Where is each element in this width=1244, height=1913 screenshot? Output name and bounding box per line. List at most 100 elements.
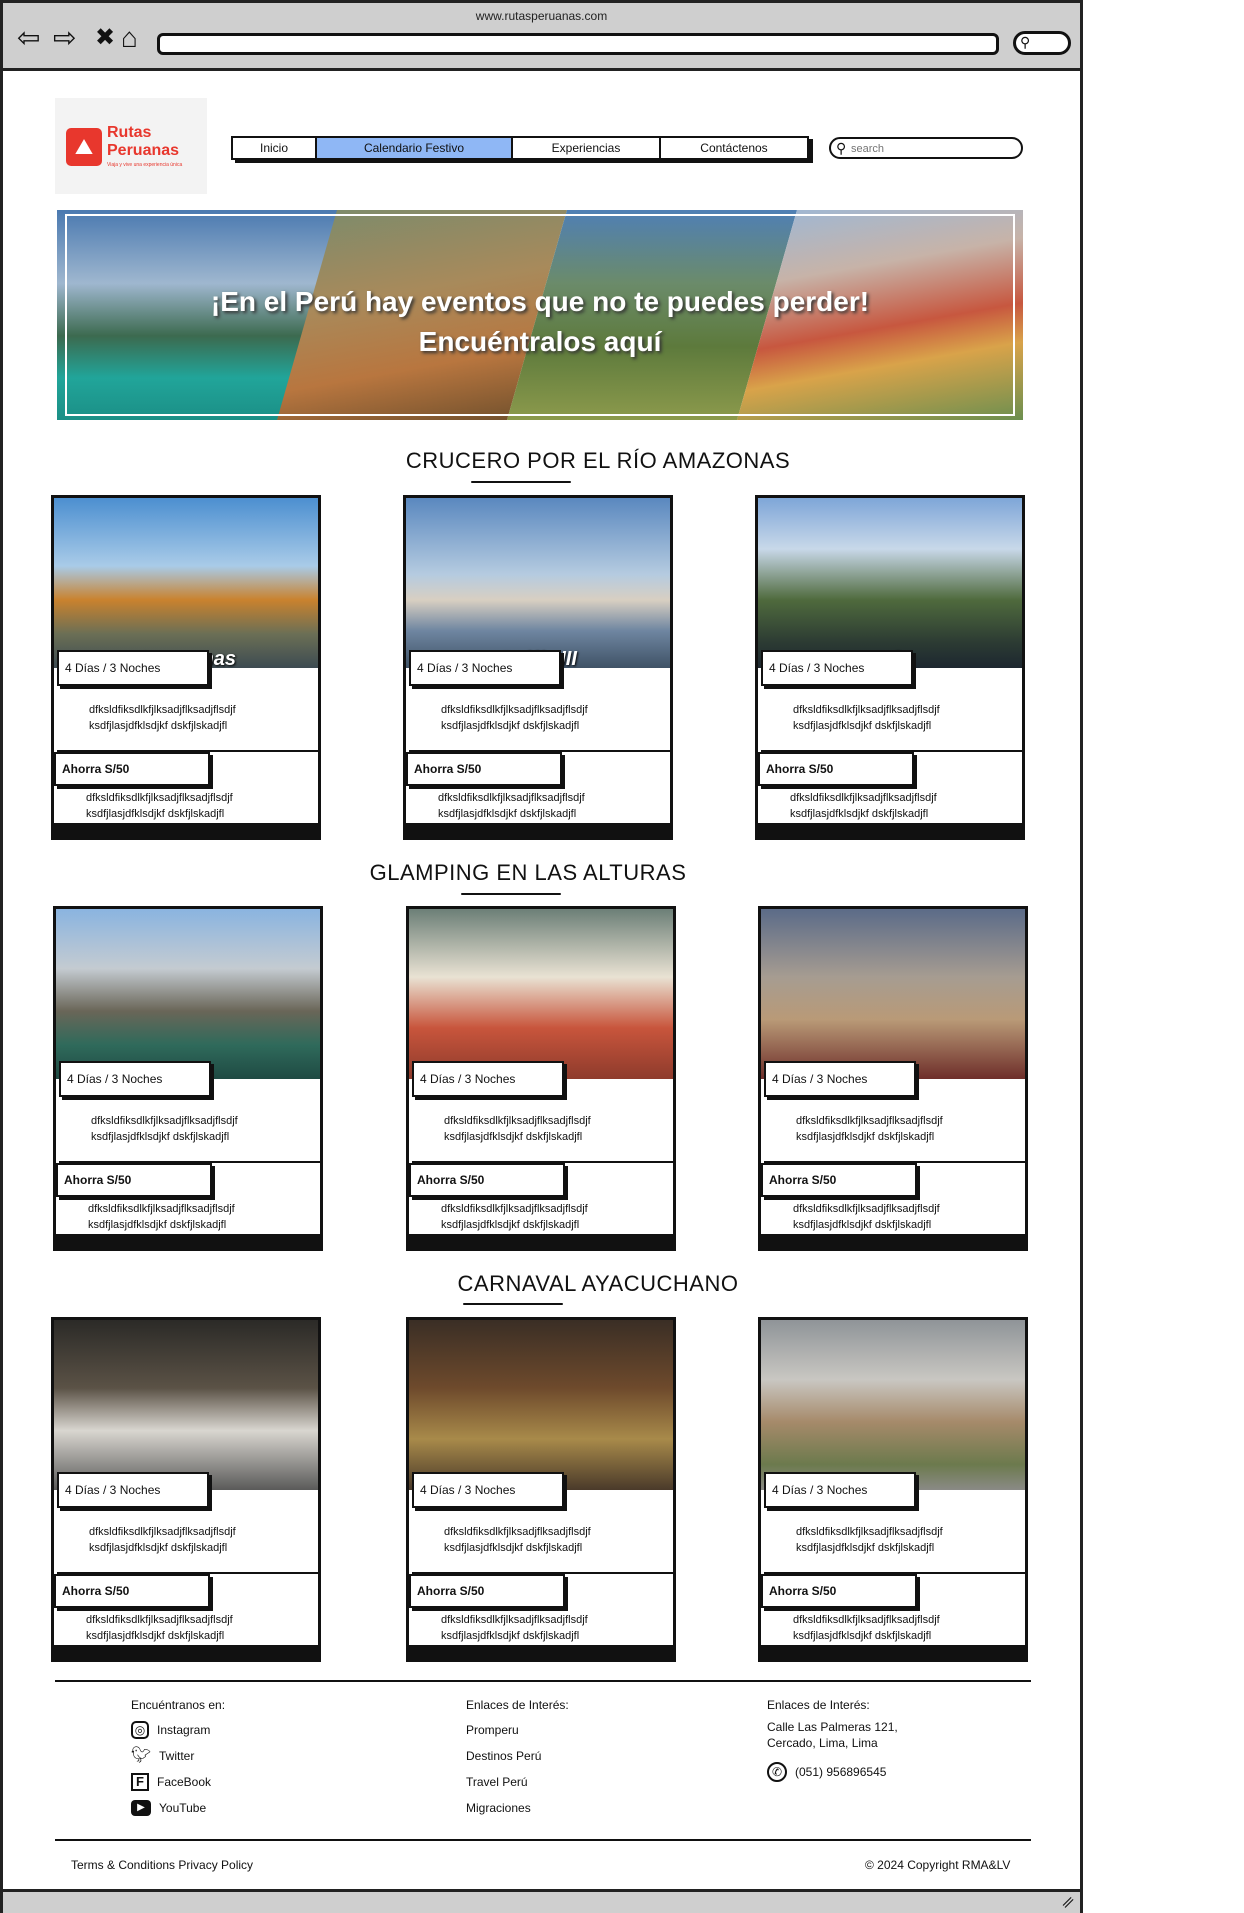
card-description: dfksldfiksdlkfjlksadjflksadjflsdjf ksdfjl… [412, 1099, 673, 1163]
whatsapp-icon: ✆ [767, 1762, 787, 1782]
card-description-line: ksdfjlasjdfklsdjkf dskfjlskadjfl [441, 720, 580, 732]
card-description-line: dfksldfiksdlkfjlksadjflksadjflsdjf [89, 1526, 236, 1538]
footer-link-travel-peru[interactable]: Travel Perú [466, 1771, 569, 1793]
offer-card[interactable]: 4 Días / 3 Noches dfksldfiksdlkfjlksadjfl… [758, 906, 1028, 1251]
card-details: dfksldfiksdlkfjlksadjflksadjflsdjf ksdfjl… [56, 788, 318, 828]
footer-phone[interactable]: ✆ (051) 956896545 [767, 1761, 898, 1783]
footer-link-promperu[interactable]: Promperu [466, 1719, 569, 1741]
card-details-line: ksdfjlasjdfklsdjkf dskfjlskadjfl [793, 1219, 932, 1231]
hero-headline-line2: Encuéntralos aquí [418, 326, 662, 357]
card-details: dfksldfiksdlkfjlksadjflksadjflsdjf ksdfjl… [763, 1199, 1025, 1239]
card-details-line: ksdfjlasjdfklsdjkf dskfjlskadjfl [86, 808, 225, 820]
nav-item-calendario-festivo[interactable]: Calendario Festivo [317, 138, 513, 158]
card-duration: 4 Días / 3 Noches [764, 1061, 916, 1097]
card-details-line: ksdfjlasjdfklsdjkf dskfjlskadjfl [790, 808, 929, 820]
footer-link-facebook[interactable]: F FaceBook [131, 1771, 225, 1793]
facebook-icon: F [131, 1773, 149, 1791]
card-duration: 4 Días / 3 Noches [409, 650, 561, 686]
card-details-line: dfksldfiksdlkfjlksadjflksadjflsdjf [441, 1614, 588, 1626]
footer-social-heading: Encuéntranos en: [131, 1698, 226, 1712]
offer-card[interactable]: 4 Días / 3 Noches dfksldfiksdlkfjlksadjfl… [758, 1317, 1028, 1662]
card-details-line: ksdfjlasjdfklsdjkf dskfjlskadjfl [793, 1630, 932, 1642]
card-description-line: ksdfjlasjdfklsdjkf dskfjlskadjfl [793, 720, 932, 732]
card-description: dfksldfiksdlkfjlksadjflksadjflsdjf ksdfjl… [764, 1099, 1025, 1163]
card-price: Ahorra S/50 [409, 1574, 565, 1608]
offer-card[interactable]: 4 Días / 3 Noches dfksldfiksdlkfjlksadjfl… [406, 906, 676, 1251]
card-footer-bar [56, 1234, 320, 1248]
youtube-icon: ▶ [131, 1800, 151, 1816]
forward-arrow-icon[interactable]: ⇨ [53, 23, 76, 53]
offer-card[interactable]: Aria4 Días / 3 Nochesdfksldfiksdlkfjlksa… [755, 495, 1025, 840]
card-footer-bar [409, 1234, 673, 1248]
legal-links[interactable]: Terms & Conditions Privacy Policy [71, 1858, 253, 1872]
logo[interactable]: ⛰ Rutas Peruanas Viaja y vive una experi… [55, 98, 207, 194]
footer-link-label: FaceBook [157, 1775, 212, 1789]
home-icon[interactable]: ⌂ [121, 23, 138, 53]
card-photo [56, 909, 320, 1079]
address-bar[interactable] [157, 33, 999, 55]
card-photo [54, 1320, 318, 1490]
stop-icon[interactable]: ✖ [95, 23, 115, 53]
search-icon: ⚲ [1020, 34, 1031, 50]
card-details-line: dfksldfiksdlkfjlksadjflksadjflsdjf [438, 792, 585, 804]
card-details: dfksldfiksdlkfjlksadjflksadjflsdjf ksdfjl… [58, 1199, 320, 1239]
footer-address-line1: Calle Las Palmeras 121, [767, 1720, 898, 1734]
card-description-line: ksdfjlasjdfklsdjkf dskfjlskadjfl [796, 1542, 935, 1554]
card-description-line: ksdfjlasjdfklsdjkf dskfjlskadjfl [91, 1131, 230, 1143]
search-input[interactable] [851, 141, 1011, 156]
card-duration: 4 Días / 3 Noches [57, 650, 209, 686]
footer-link-youtube[interactable]: ▶ YouTube [131, 1797, 225, 1819]
main-nav: Inicio Calendario Festivo Experiencias C… [231, 136, 809, 160]
card-duration: 4 Días / 3 Noches [761, 650, 913, 686]
offer-card[interactable]: Delfín III4 Días / 3 Nochesdfksldfiksdlk… [403, 495, 673, 840]
footer-link-migraciones[interactable]: Migraciones [466, 1797, 569, 1819]
copyright: © 2024 Copyright RMA&LV [865, 1858, 1011, 1872]
card-description: dfksldfiksdlkfjlksadjflksadjflsdjf ksdfjl… [59, 1099, 320, 1163]
nav-item-inicio[interactable]: Inicio [233, 138, 317, 158]
card-description: dfksldfiksdlkfjlksadjflksadjflsdjf ksdfjl… [57, 688, 318, 752]
offer-card[interactable]: 4 Días / 3 Noches dfksldfiksdlkfjlksadjfl… [51, 1317, 321, 1662]
card-details-line: ksdfjlasjdfklsdjkf dskfjlskadjfl [88, 1219, 227, 1231]
card-description: dfksldfiksdlkfjlksadjflksadjflsdjf ksdfjl… [412, 1510, 673, 1574]
footer-link-label: Instagram [157, 1723, 211, 1737]
section-underline [463, 1303, 563, 1305]
logo-tagline: Viaja y vive una experiencia única [107, 162, 183, 168]
resize-handle-icon[interactable]: ═ [1058, 1893, 1079, 1913]
card-details-line: dfksldfiksdlkfjlksadjflksadjflsdjf [793, 1614, 940, 1626]
section-title-carnaval: CARNAVAL AYACUCHANO [457, 1271, 739, 1296]
card-photo [758, 498, 1022, 668]
card-duration: 4 Días / 3 Noches [412, 1061, 564, 1097]
card-price: Ahorra S/50 [406, 752, 562, 786]
card-description-line: ksdfjlasjdfklsdjkf dskfjlskadjfl [89, 720, 228, 732]
card-details-line: ksdfjlasjdfklsdjkf dskfjlskadjfl [441, 1219, 580, 1231]
card-photo [409, 1320, 673, 1490]
card-photo [54, 498, 318, 668]
card-details: dfksldfiksdlkfjlksadjflksadjflsdjf ksdfjl… [411, 1610, 673, 1650]
offer-card[interactable]: 4 Días / 3 Noches dfksldfiksdlkfjlksadjfl… [53, 906, 323, 1251]
section-underline [471, 481, 571, 483]
card-price: Ahorra S/50 [56, 1163, 212, 1197]
card-details-line: ksdfjlasjdfklsdjkf dskfjlskadjfl [86, 1630, 225, 1642]
nav-item-contactenos[interactable]: Contáctenos [661, 138, 807, 158]
card-description-line: dfksldfiksdlkfjlksadjflksadjflsdjf [793, 704, 940, 716]
card-description-line: dfksldfiksdlkfjlksadjflksadjflsdjf [444, 1526, 591, 1538]
footer-link-instagram[interactable]: ◎ Instagram [131, 1719, 225, 1741]
footer-link-twitter[interactable]: 🐦︎ Twitter [131, 1745, 225, 1767]
footer-social: Encuéntranos en: ◎ Instagram 🐦︎ Twitter FF… [131, 1697, 225, 1823]
footer-link-destinos-peru[interactable]: Destinos Perú [466, 1745, 569, 1767]
nav-item-experiencias[interactable]: Experiencias [513, 138, 661, 158]
card-price: Ahorra S/50 [758, 752, 914, 786]
card-photo [761, 1320, 1025, 1490]
offer-card[interactable]: 4 Días / 3 Noches dfksldfiksdlkfjlksadjfl… [406, 1317, 676, 1662]
card-description-line: ksdfjlasjdfklsdjkf dskfjlskadjfl [444, 1542, 583, 1554]
browser-search-field[interactable]: ⚲ [1013, 31, 1071, 55]
section-underline [461, 893, 561, 895]
offer-card[interactable]: Amazonas4 Días / 3 Nochesdfksldfiksdlkfj… [51, 495, 321, 840]
card-photo [409, 909, 673, 1079]
footer-link-label: Twitter [159, 1749, 195, 1763]
card-details: dfksldfiksdlkfjlksadjflksadjflsdjf ksdfjl… [408, 788, 670, 828]
card-details-line: dfksldfiksdlkfjlksadjflksadjflsdjf [86, 792, 233, 804]
back-arrow-icon[interactable]: ⇦ [17, 23, 40, 53]
twitter-icon: 🐦︎ [131, 1747, 152, 1764]
logo-mark-icon: ⛰ [66, 128, 102, 166]
